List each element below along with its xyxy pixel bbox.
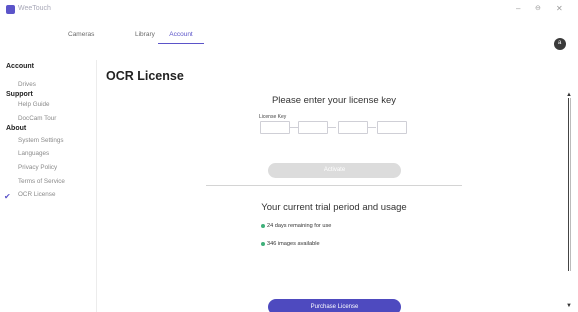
trial-title: Your current trial period and usage [261,202,407,213]
title-bar: WeeTouch – ⊖ ✕ [0,0,578,22]
license-key-label: License Key [259,114,287,120]
segment-separator [368,127,376,128]
app-name: WeeTouch [18,5,51,12]
restore-icon[interactable]: ⊖ [535,4,541,14]
app-logo-icon [6,5,15,14]
sidebar-heading-about: About [6,125,27,132]
sidebar-item-privacy-policy[interactable]: Privacy Policy [18,164,57,171]
license-key-segment-3[interactable] [338,121,368,134]
license-key-segment-4[interactable] [377,121,407,134]
status-dot-icon [261,242,265,246]
minimize-icon[interactable]: – [516,4,520,14]
scrollbar-thumb[interactable] [568,98,571,271]
sidebar-item-help-guide[interactable]: Help Guide [18,101,50,108]
purchase-license-button[interactable]: Purchase License [268,299,401,312]
sidebar: Account Drives Support Help Guide DocCam… [0,60,97,312]
sidebar-item-ocr-license[interactable]: OCR License [18,191,55,198]
sidebar-heading-support: Support [6,91,33,98]
page-title: OCR License [106,69,184,83]
sidebar-item-languages[interactable]: Languages [18,150,49,157]
avatar-initial: a [558,40,562,46]
license-key-segment-2[interactable] [298,121,328,134]
sidebar-heading-account: Account [6,63,34,70]
sidebar-item-terms-of-service[interactable]: Terms of Service [18,178,65,185]
divider [206,185,462,186]
checkmark-icon: ✔ [4,192,11,201]
usage-days-remaining: 24 days remaining for use [267,223,332,229]
scroll-down-icon[interactable]: ▼ [566,303,572,309]
usage-images-available: 346 images available [267,241,320,247]
sidebar-item-system-settings[interactable]: System Settings [18,137,64,144]
segment-separator [328,127,336,128]
avatar[interactable]: a [554,38,566,50]
license-key-segment-1[interactable] [260,121,290,134]
tab-cameras[interactable]: Cameras [68,30,94,44]
status-dot-icon [261,224,265,228]
sidebar-item-drives[interactable]: Drives [18,81,36,88]
tab-library[interactable]: Library [135,30,155,44]
tab-account[interactable]: Account [158,30,204,44]
license-prompt: Please enter your license key [271,95,397,106]
top-nav-tabs: Cameras Library Account [0,30,578,46]
segment-separator [290,127,298,128]
sidebar-item-doccam-tour[interactable]: DocCam Tour [18,115,56,122]
activate-button[interactable]: Activate [268,163,401,178]
close-icon[interactable]: ✕ [556,4,563,14]
